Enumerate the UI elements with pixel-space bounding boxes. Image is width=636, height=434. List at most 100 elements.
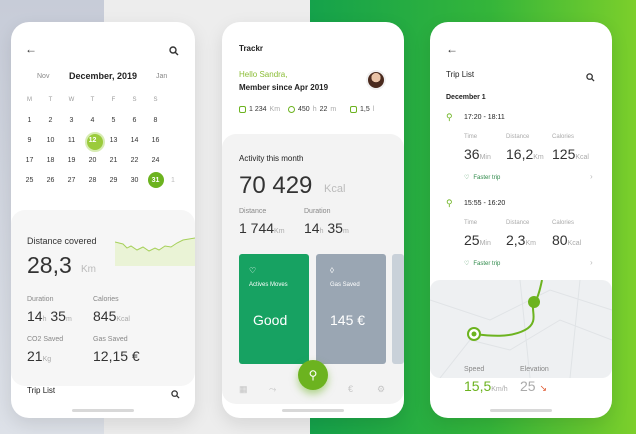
calendar-day[interactable]: 28 <box>82 177 103 184</box>
calendar-day-selected-start[interactable]: 12 <box>82 132 105 152</box>
time-unit: Min <box>479 240 491 247</box>
calendar-day[interactable]: 3 <box>61 117 82 124</box>
calendar-day[interactable]: 17 <box>19 157 40 164</box>
calendar-day[interactable]: 4 <box>82 117 103 124</box>
route-map[interactable] <box>430 280 612 378</box>
calendar-day[interactable]: 27 <box>61 177 82 184</box>
calendar-day[interactable]: 25 <box>19 177 40 184</box>
calendar-week: 9 10 11 12 13 14 16 <box>19 130 189 152</box>
calendar-day[interactable]: 2 <box>40 117 61 124</box>
calendar-day[interactable]: 18 <box>40 157 61 164</box>
app-brand: Trackr <box>239 44 264 53</box>
month-selector: Nov December, 2019 Jan <box>11 70 195 84</box>
calendar-day[interactable]: 20 <box>82 157 103 164</box>
trip-item[interactable]: ⚲ 15:55 - 16:20 Time Distance Calories 2… <box>430 196 612 272</box>
chevron-right-icon[interactable]: › <box>590 258 593 267</box>
calendar-day-next-month[interactable]: 1 <box>166 177 180 184</box>
speed-label: Speed <box>464 366 485 373</box>
gas-saved-tile[interactable]: ◊ Gas Saved 145 € <box>316 254 386 364</box>
distance-card: Distance covered 28,3 Km Duration 14h 35… <box>11 210 195 386</box>
calendar-day[interactable]: 11 <box>61 137 82 144</box>
month-next[interactable]: Jan <box>156 73 167 80</box>
calendar-day[interactable]: 13 <box>103 137 124 144</box>
calendar-day[interactable]: 9 <box>19 137 40 144</box>
distance-value: 2,3 <box>506 232 526 248</box>
time-value-wrap: 25Min <box>464 232 491 248</box>
calendar-day-label: 12 <box>88 136 97 144</box>
calendar-day[interactable]: 22 <box>124 157 145 164</box>
elevation-label: Elevation <box>520 366 549 373</box>
avatar[interactable] <box>366 70 386 90</box>
calendar-day[interactable]: 8 <box>145 117 166 124</box>
faster-trip-label: Faster trip <box>473 174 501 181</box>
duration-hours: 14 <box>304 220 320 236</box>
calendar-day[interactable]: 29 <box>103 177 124 184</box>
calendar-day[interactable]: 30 <box>124 177 145 184</box>
calendar-day[interactable]: 6 <box>124 117 145 124</box>
distance-label: Distance <box>506 134 530 140</box>
calendar-day[interactable]: 10 <box>40 137 61 144</box>
calories-unit: Kcal <box>116 316 130 323</box>
calendar-day[interactable]: 14 <box>124 137 145 144</box>
search-icon[interactable] <box>586 69 595 87</box>
home-indicator <box>490 409 552 412</box>
calendar-day[interactable]: 5 <box>103 117 124 124</box>
distance-sparkline <box>115 237 195 266</box>
bike-icon[interactable]: ⚲ <box>298 360 328 390</box>
calendar-day[interactable]: 21 <box>103 157 124 164</box>
trip-list-link[interactable]: Trip List <box>27 386 55 395</box>
calories-value-wrap: 845Kcal <box>93 308 130 324</box>
distance-value-wrap: 1 744Km <box>239 220 285 236</box>
settings-icon[interactable]: ⚙ <box>377 384 385 395</box>
stat-gas-unit: l <box>372 106 375 113</box>
weekday-header: M T W T F S S <box>19 90 189 110</box>
euro-icon[interactable]: € <box>348 384 353 394</box>
tile-label: Gas Saved <box>330 282 360 288</box>
calendar-day[interactable]: 24 <box>145 157 166 164</box>
search-icon[interactable] <box>169 43 179 61</box>
distance-value: 28,3 <box>27 252 72 278</box>
calories-value: 80 <box>552 232 568 248</box>
drop-icon: ◊ <box>330 266 334 275</box>
duration-minutes: 35 <box>327 220 343 236</box>
bike-icon: ⚲ <box>446 198 453 208</box>
calendar-day[interactable]: 19 <box>61 157 82 164</box>
calendar-day[interactable]: 26 <box>40 177 61 184</box>
calories-unit: Kcal <box>567 240 582 247</box>
calendar-day-selected-end[interactable]: 31 <box>145 172 166 188</box>
distance-label: Distance <box>506 220 530 226</box>
trip-date: December 1 <box>446 94 486 101</box>
calendar-day[interactable]: 16 <box>145 137 166 144</box>
calendar-week: 17 18 19 20 21 22 24 <box>19 150 189 170</box>
next-tile[interactable] <box>392 254 404 364</box>
arrow-left-icon[interactable]: ← <box>25 42 37 56</box>
calendar-week: 1 2 3 4 5 6 8 <box>19 110 189 130</box>
member-since: Member since Apr 2019 <box>239 83 329 92</box>
speed-unit: Km/h <box>491 386 508 393</box>
month-prev[interactable]: Nov <box>37 73 49 80</box>
tile-label: Actives Moves <box>249 282 288 288</box>
arrow-left-icon[interactable]: ← <box>446 42 458 56</box>
stat-time: 450 h 22 m <box>288 106 336 113</box>
home-screen: Trackr Hello Sandra, Member since Apr 20… <box>222 22 404 418</box>
heart-icon: ♡ <box>464 175 470 181</box>
stat-gas-value: 1,5 <box>360 106 370 113</box>
calendar-day[interactable]: 1 <box>19 117 40 124</box>
chart-icon[interactable]: ⤳ <box>269 384 276 395</box>
stat-time-minutes: 22 <box>319 106 328 113</box>
trip-item[interactable]: ⚲ 17:20 - 18:11 Time Distance Calories 3… <box>430 110 612 186</box>
calories-unit: Kcal <box>575 154 589 161</box>
fuel-icon <box>350 106 357 113</box>
time-value: 25 <box>464 232 480 248</box>
faster-trip-label: Faster trip <box>473 260 501 267</box>
distance-label: Distance covered <box>27 236 97 246</box>
search-icon[interactable] <box>171 386 180 404</box>
distance-value: 1 744 <box>239 220 275 236</box>
grid-icon[interactable]: ▦ <box>239 384 248 395</box>
active-moves-tile[interactable]: ♡ Actives Moves Good <box>239 254 309 364</box>
distance-label: Distance <box>239 208 267 215</box>
weekday-label: W <box>68 97 75 103</box>
chevron-right-icon[interactable]: › <box>590 172 593 181</box>
tile-value: 145 € <box>330 312 366 328</box>
bike-icon: ⚲ <box>446 112 453 122</box>
